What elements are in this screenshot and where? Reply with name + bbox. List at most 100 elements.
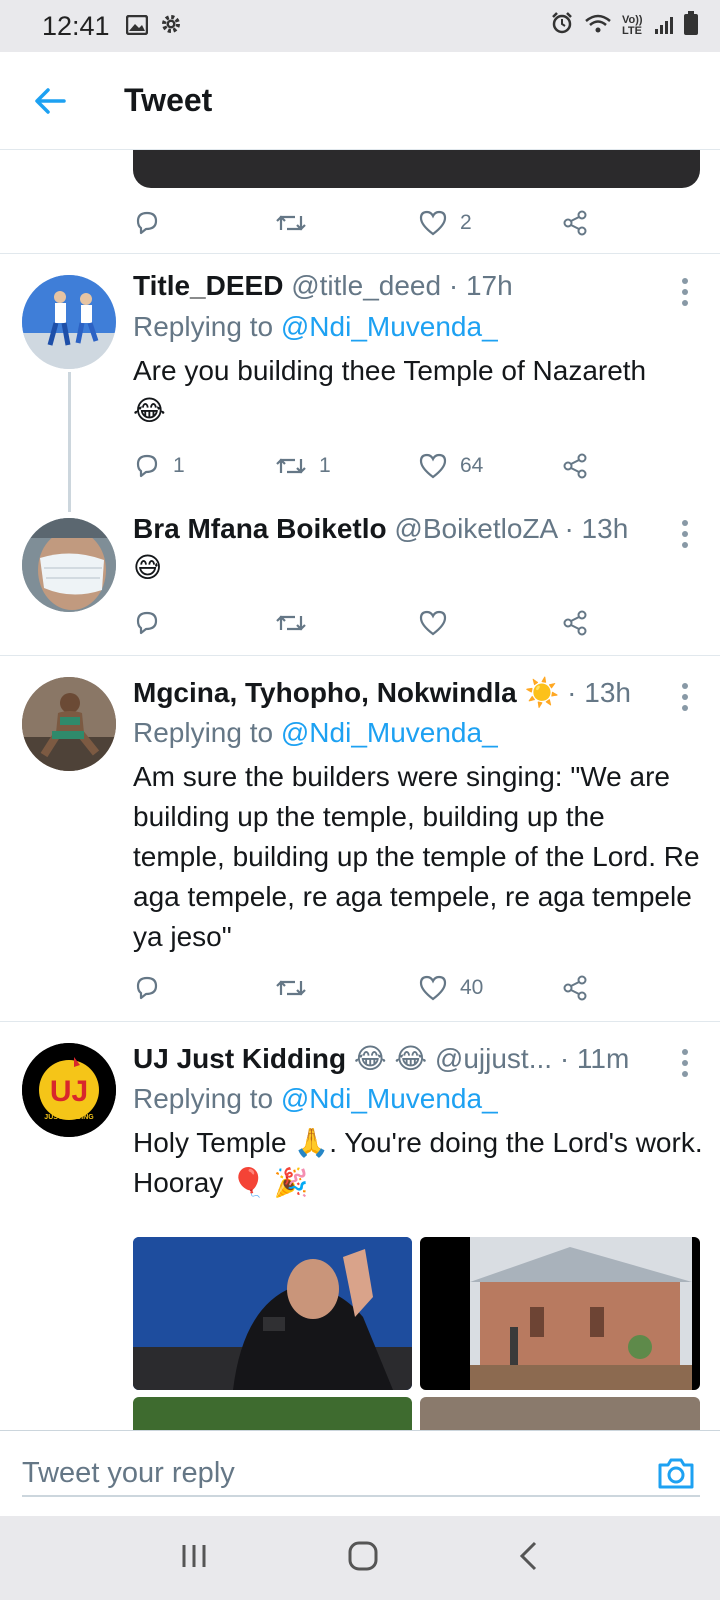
display-name[interactable]: Bra Mfana Boiketlo — [133, 513, 387, 544]
action-bar — [133, 603, 613, 643]
reply-button[interactable] — [133, 609, 161, 637]
replying-label: Replying to — [133, 717, 274, 748]
handle-time: @BoiketloZA · 13h — [394, 513, 629, 544]
recent-apps-icon — [182, 1544, 206, 1567]
more-options-button[interactable] — [682, 1049, 690, 1077]
handle-time: @title_deed · 17h — [291, 270, 513, 301]
more-options-button[interactable] — [682, 683, 690, 711]
retweet-button[interactable] — [275, 610, 307, 636]
heart-icon — [419, 453, 447, 479]
tweet-media-image[interactable] — [420, 1397, 700, 1430]
back-arrow-icon — [35, 87, 66, 114]
replying-label: Replying to — [133, 1083, 274, 1114]
home-icon — [348, 1541, 378, 1570]
gallery-icon — [125, 11, 148, 42]
retweet-button[interactable] — [275, 210, 307, 236]
recent-apps-button[interactable] — [179, 1542, 209, 1575]
retweet-icon — [276, 215, 306, 231]
tweet-media-grid — [133, 1237, 700, 1430]
name-emoji: 😂 😂 — [353, 1043, 428, 1074]
reply-button[interactable] — [133, 209, 161, 237]
reply-input[interactable]: Tweet your reply — [22, 1451, 700, 1497]
avatar-text: UJ — [50, 1075, 88, 1108]
action-bar: 2 — [133, 203, 613, 243]
avatar[interactable] — [22, 677, 116, 771]
status-time: 12:41 — [42, 10, 110, 41]
replying-handle-link[interactable]: @Ndi_Muvenda_ — [281, 311, 498, 342]
tweet-media-image[interactable] — [133, 1237, 412, 1390]
retweet-icon — [276, 615, 306, 631]
retweet-button[interactable]: 1 — [275, 453, 331, 479]
like-button[interactable]: 2 — [418, 209, 472, 237]
volte-label: Vo)) LTE — [622, 14, 643, 37]
tweet-media-image[interactable] — [133, 1397, 412, 1430]
status-right: Vo)) LTE — [550, 10, 698, 42]
like-count: 40 — [460, 976, 484, 999]
reply-bar: Tweet your reply — [0, 1430, 720, 1516]
back-nav-button[interactable] — [517, 1540, 541, 1577]
tweet-text: Am sure the builders were singing: "We a… — [133, 757, 703, 957]
share-icon — [563, 610, 587, 636]
divider — [0, 655, 720, 656]
replying-handle-link[interactable]: @Ndi_Muvenda_ — [281, 1083, 498, 1114]
signal-icon — [654, 11, 674, 42]
tweet-media-image[interactable] — [133, 150, 700, 188]
share-icon — [563, 453, 587, 479]
share-icon — [563, 210, 587, 236]
camera-button[interactable] — [656, 1453, 696, 1493]
tweet-text-content: Are you building thee Temple of Nazareth — [133, 355, 647, 386]
share-button[interactable] — [561, 609, 589, 637]
retweet-button[interactable] — [275, 975, 307, 1001]
tweet-emoji: 🙏 — [294, 1127, 330, 1158]
retweet-icon — [276, 458, 306, 474]
battery-icon — [684, 10, 698, 42]
replying-label: Replying to — [133, 311, 274, 342]
name-emoji: ☀️ — [524, 677, 560, 708]
tweet-header: UJ Just Kidding 😂 😂 @ujjust... · 11m — [133, 1042, 629, 1075]
heart-icon — [419, 975, 447, 1001]
tweet-header: Bra Mfana Boiketlo @BoiketloZA · 13h — [133, 513, 628, 545]
share-button[interactable] — [561, 209, 589, 237]
avatar[interactable] — [22, 518, 116, 612]
display-name[interactable]: UJ Just Kidding — [133, 1043, 346, 1074]
action-bar: 40 — [133, 968, 613, 1008]
home-button[interactable] — [347, 1540, 379, 1577]
like-button[interactable]: 64 — [418, 452, 483, 480]
replying-handle-link[interactable]: @Ndi_Muvenda_ — [281, 717, 498, 748]
retweet-count: 1 — [319, 454, 331, 477]
avatar[interactable]: UJ JUST KIDDING — [22, 1043, 116, 1137]
tweet-header: Mgcina, Tyhopho, Nokwindla ☀️ · 13h — [133, 676, 631, 709]
reply-button[interactable] — [133, 974, 161, 1002]
avatar-subtext: JUST KIDDING — [44, 1114, 94, 1121]
avatar[interactable] — [22, 275, 116, 369]
tweet-emoji: 😂 — [133, 395, 166, 426]
replying-to: Replying to @Ndi_Muvenda_ — [133, 1083, 498, 1115]
tweet-text: 😅 — [133, 548, 703, 588]
tweet-text-content: Holy Temple — [133, 1127, 287, 1158]
alarm-icon — [550, 11, 574, 42]
share-button[interactable] — [561, 452, 589, 480]
share-icon — [563, 975, 587, 1001]
like-count: 64 — [460, 454, 484, 477]
like-button[interactable]: 40 — [418, 974, 483, 1002]
more-options-button[interactable] — [682, 278, 690, 306]
settings-gear-icon — [160, 11, 182, 42]
display-name[interactable]: Title_DEED — [133, 270, 283, 301]
tweet-media-image[interactable] — [420, 1237, 700, 1390]
more-options-button[interactable] — [682, 520, 690, 548]
reply-icon — [136, 976, 158, 1000]
back-button[interactable] — [22, 73, 78, 129]
tweet-feed[interactable]: 2 Title_DEED @title_deed · 17h Replying … — [0, 150, 720, 1430]
heart-icon — [419, 610, 447, 636]
handle-time: · 13h — [567, 677, 631, 708]
wifi-icon — [584, 11, 612, 42]
reply-button[interactable]: 1 — [133, 452, 185, 480]
like-button[interactable] — [418, 609, 448, 637]
system-nav-bar — [0, 1516, 720, 1600]
reply-icon — [136, 454, 158, 478]
display-name[interactable]: Mgcina, Tyhopho, Nokwindla — [133, 677, 517, 708]
action-bar: 1 1 64 — [133, 446, 613, 486]
camera-icon — [658, 1458, 694, 1489]
share-button[interactable] — [561, 974, 589, 1002]
divider — [0, 253, 720, 254]
